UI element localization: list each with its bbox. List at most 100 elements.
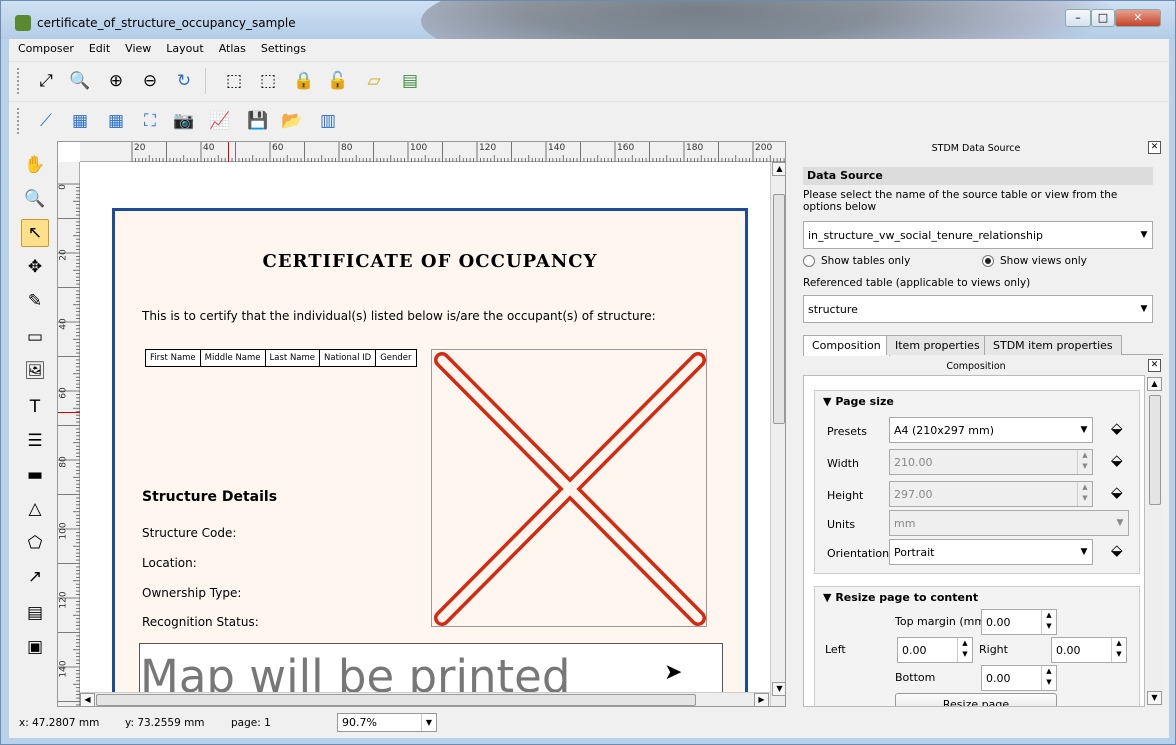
page-size-title[interactable]: ▼ Page size	[823, 395, 894, 408]
data-defined-icon[interactable]: ⬙	[1111, 541, 1123, 559]
manage-templates-icon[interactable]: ▥	[315, 108, 341, 134]
menu-layout[interactable]: Layout	[157, 39, 209, 55]
minimize-button[interactable]: –	[1065, 9, 1091, 27]
menu-composer[interactable]: Composer	[9, 39, 80, 55]
orientation-select[interactable]: Portrait ▼	[889, 539, 1093, 565]
structure-details-title[interactable]: Structure Details	[142, 489, 277, 505]
chevron-down-icon[interactable]: ▼	[1112, 511, 1128, 535]
horizontal-scrollbar[interactable]: ◀ ▶	[80, 692, 770, 706]
maximize-button[interactable]: □	[1091, 9, 1115, 27]
scroll-down-arrow[interactable]: ▼	[1147, 691, 1162, 705]
scroll-right-arrow[interactable]: ▶	[754, 693, 769, 706]
chevron-down-icon[interactable]: ▼	[1136, 296, 1152, 322]
certificate-page[interactable]: CERTIFICATE OF OCCUPANCY This is to cert…	[112, 208, 748, 692]
lock-icon[interactable]: 🔒	[291, 68, 317, 94]
data-defined-icon[interactable]: ⬙	[1111, 483, 1123, 501]
spin-arrows-icon[interactable]: ▲ ▼	[957, 638, 972, 662]
scrollbar-thumb[interactable]	[96, 694, 696, 706]
deselect-icon[interactable]: ⬚	[255, 68, 281, 94]
spin-arrows-icon[interactable]: ▲ ▼	[1077, 450, 1092, 474]
units-select[interactable]: mm ▼	[889, 510, 1129, 536]
map-frame[interactable]: Map will be printed ➤	[139, 643, 723, 692]
add-label-icon[interactable]: T	[21, 393, 49, 421]
scroll-left-arrow[interactable]: ◀	[80, 693, 95, 706]
scroll-up-arrow[interactable]: ▲	[1147, 377, 1162, 391]
tab-composition[interactable]: Composition	[803, 335, 890, 356]
data-defined-icon[interactable]: ⬙	[1111, 419, 1123, 437]
referenced-table-select[interactable]: structure ▼	[803, 295, 1153, 323]
occupant-table[interactable]: First Name Middle Name Last Name Nationa…	[145, 349, 417, 367]
data-defined-icon[interactable]: ⬙	[1111, 451, 1123, 469]
zoom-in-icon[interactable]: ⊕	[103, 68, 129, 94]
show-views-radio[interactable]	[982, 255, 994, 267]
photo-placeholder[interactable]	[431, 349, 707, 627]
location-label[interactable]: Location:	[142, 556, 197, 570]
zoom-out-icon[interactable]: ⊖	[137, 68, 163, 94]
page-view[interactable]: CERTIFICATE OF OCCUPANCY This is to cert…	[80, 162, 770, 692]
select-all-icon[interactable]: ⬚	[221, 68, 247, 94]
add-chart-icon[interactable]: 📈	[207, 108, 233, 134]
recognition-status-label[interactable]: Recognition Status:	[142, 615, 259, 629]
right-margin-spinbox[interactable]: 0.00 ▲ ▼	[1051, 637, 1127, 663]
add-shape-icon[interactable]: △	[21, 495, 49, 523]
add-map-icon[interactable]: ⛶	[137, 108, 163, 134]
vertical-scrollbar[interactable]: ▲ ▼	[770, 162, 785, 706]
add-image-icon[interactable]: 🖼	[21, 357, 49, 385]
chevron-down-icon[interactable]: ▼	[421, 714, 436, 731]
add-html-frame-icon[interactable]: ▣	[21, 633, 49, 661]
close-button[interactable]: ✕	[1115, 9, 1161, 27]
align-items-icon[interactable]: ▤	[397, 68, 423, 94]
scrollbar-thumb[interactable]	[1149, 395, 1161, 505]
add-scalebar-icon[interactable]: ▬	[21, 461, 49, 489]
show-tables-label[interactable]: Show tables only	[821, 255, 910, 267]
add-table-icon[interactable]: ▦	[67, 108, 93, 134]
add-new-map-icon[interactable]: ▭	[21, 323, 49, 351]
zoom-select[interactable]: 90.7% ▼	[337, 713, 437, 732]
tab-item-properties[interactable]: Item properties	[886, 335, 989, 355]
structure-code-label[interactable]: Structure Code:	[142, 526, 236, 540]
composer-canvas[interactable]: 20 40 60 80 100 120 140 160 180 200 0 20…	[57, 141, 786, 707]
height-spinbox[interactable]: 297.00 ▲ ▼	[889, 481, 1093, 507]
spin-arrows-icon[interactable]: ▲ ▼	[1077, 482, 1092, 506]
save-icon[interactable]: 💾	[245, 108, 271, 134]
refresh-icon[interactable]: ↻	[171, 68, 197, 94]
add-legend-icon[interactable]: ☰	[21, 427, 49, 455]
pan-icon[interactable]: ✋	[21, 151, 49, 179]
add-line-icon[interactable]: ⟋	[33, 108, 59, 134]
zoom-tool-icon[interactable]: 🔍	[21, 185, 49, 213]
bottom-margin-spinbox[interactable]: 0.00 ▲ ▼	[981, 665, 1057, 691]
width-spinbox[interactable]: 210.00 ▲ ▼	[889, 449, 1093, 475]
show-tables-radio[interactable]	[803, 255, 815, 267]
add-polygon-icon[interactable]: ⬠	[21, 529, 49, 557]
open-icon[interactable]: 📂	[279, 108, 305, 134]
resize-page-button[interactable]: Resize page	[895, 693, 1057, 706]
spin-arrows-icon[interactable]: ▲ ▼	[1041, 666, 1056, 690]
menu-settings[interactable]: Settings	[252, 39, 312, 55]
chevron-down-icon[interactable]: ▼	[1076, 540, 1092, 564]
ownership-type-label[interactable]: Ownership Type:	[142, 586, 241, 600]
select-move-icon[interactable]: ↖	[21, 219, 49, 247]
edit-nodes-icon[interactable]: ✎	[21, 287, 49, 315]
certificate-intro[interactable]: This is to certify that the individual(s…	[142, 309, 656, 323]
spin-arrows-icon[interactable]: ▲ ▼	[1111, 638, 1126, 662]
add-attribute-table-icon[interactable]: ▤	[21, 599, 49, 627]
title-bar[interactable]: certificate_of_structure_occupancy_sampl…	[1, 1, 1175, 39]
source-select[interactable]: in_structure_vw_social_tenure_relationsh…	[803, 221, 1153, 249]
zoom-full-icon[interactable]: ⤢	[33, 68, 59, 94]
scrollbar-thumb[interactable]	[773, 194, 785, 424]
scroll-up-arrow[interactable]: ▲	[772, 162, 785, 176]
settings-scrollbar[interactable]: ▲ ▼	[1147, 375, 1163, 707]
add-photo-icon[interactable]: 📷	[171, 108, 197, 134]
group-items-icon[interactable]: ▱	[361, 68, 387, 94]
menu-edit[interactable]: Edit	[80, 39, 116, 55]
close-icon[interactable]: ✕	[1148, 359, 1161, 372]
add-attribute-table-icon[interactable]: ▦	[103, 108, 129, 134]
chevron-down-icon[interactable]: ▼	[1136, 222, 1152, 248]
top-margin-spinbox[interactable]: 0.00 ▲ ▼	[981, 609, 1057, 635]
certificate-title[interactable]: CERTIFICATE OF OCCUPANCY	[115, 251, 745, 272]
menu-view[interactable]: View	[116, 39, 157, 55]
zoom-actual-icon[interactable]: 🔍	[67, 68, 93, 94]
spin-arrows-icon[interactable]: ▲ ▼	[1041, 610, 1056, 634]
close-icon[interactable]: ✕	[1148, 141, 1161, 154]
unlock-icon[interactable]: 🔓	[325, 68, 351, 94]
